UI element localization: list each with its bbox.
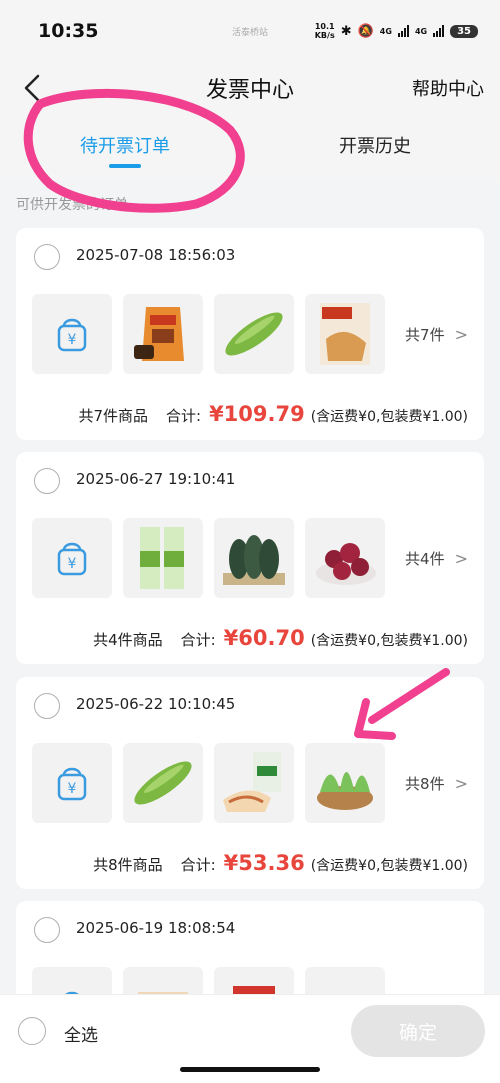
order-fees: (含运费¥0,包装费¥1.00) <box>310 858 468 874</box>
net-speed: 10.1 KB/s <box>315 22 335 40</box>
section-hint: 可供开发票的订单 <box>16 197 128 213</box>
order-fees: (含运费¥0,包装费¥1.00) <box>310 409 468 425</box>
gourd-image <box>214 294 294 374</box>
status-center-text: 活泰桥站 <box>232 27 269 38</box>
order-card[interactable]: 2025-07-08 18:56:03 ¥ 共7件 > 共7件商品 合计: ¥1… <box>16 228 484 440</box>
order-date: 2025-07-08 18:56:03 <box>76 246 236 264</box>
shopping-bag-icon: ¥ <box>32 743 112 823</box>
order-card[interactable]: 2025-06-22 10:10:45 ¥ 共8件 > 共8件商品 合计: ¥5… <box>16 677 484 889</box>
gourd-image <box>123 743 203 823</box>
net-speed-value: 10.1 <box>314 22 335 31</box>
svg-text:¥: ¥ <box>68 332 77 348</box>
order-checkbox[interactable] <box>34 693 60 719</box>
status-bar: 10:35 活泰桥站 10.1 KB/s ✱ 🔕 4G 4G 35 <box>0 0 500 62</box>
order-items-label: 共4件商品 <box>93 631 163 649</box>
order-items-label: 共8件商品 <box>93 856 163 874</box>
order-summary: 共7件商品 合计: ¥109.79 (含运费¥0,包装费¥1.00) <box>78 402 468 426</box>
tab-bar: 待开票订单 开票历史 <box>0 114 500 180</box>
order-item-count[interactable]: 共7件 > <box>405 324 468 345</box>
shopping-bag-icon: ¥ <box>32 518 112 598</box>
order-thumbnails: ¥ <box>32 518 385 598</box>
help-center-link[interactable]: 帮助中心 <box>412 75 484 101</box>
order-item-count[interactable]: 共8件 > <box>405 773 468 794</box>
net-speed-unit: KB/s <box>314 31 335 40</box>
order-summary: 共4件商品 合计: ¥60.70 (含运费¥0,包装费¥1.00) <box>93 626 468 650</box>
order-total-label: 合计: <box>180 856 216 874</box>
status-icons: 10.1 KB/s ✱ 🔕 4G 4G 35 <box>315 22 478 40</box>
greens-basket-image <box>305 743 385 823</box>
order-item-count[interactable]: 共4件 > <box>405 548 468 569</box>
order-card[interactable]: 2025-06-27 19:10:41 ¥ 共4件 > 共4件商品 合计: ¥6… <box>16 452 484 664</box>
mute-icon: 🔕 <box>357 23 374 39</box>
order-count-label: 共4件 <box>405 550 445 568</box>
order-summary: 共8件商品 合计: ¥53.36 (含运费¥0,包装费¥1.00) <box>93 851 468 875</box>
battery-icon: 35 <box>450 24 478 38</box>
order-date: 2025-06-27 19:10:41 <box>76 470 236 488</box>
chevron-right-icon: > <box>454 549 468 568</box>
order-date: 2025-06-19 18:08:54 <box>76 919 236 937</box>
svg-text:¥: ¥ <box>68 556 77 572</box>
select-all-checkbox[interactable] <box>18 1017 46 1045</box>
order-checkbox[interactable] <box>34 468 60 494</box>
snack-box-image <box>305 294 385 374</box>
order-amount: ¥109.79 <box>209 402 305 426</box>
order-amount: ¥53.36 <box>223 851 305 875</box>
snack-bag-image <box>123 294 203 374</box>
fish-pack-image <box>214 743 294 823</box>
signal-label-2: 4G <box>414 26 428 36</box>
status-time: 10:35 <box>38 20 99 42</box>
select-all-label[interactable]: 全选 <box>64 1021 98 1046</box>
order-date: 2025-06-22 10:10:45 <box>76 695 236 713</box>
order-checkbox[interactable] <box>34 244 60 270</box>
signal-label-1: 4G <box>379 26 392 36</box>
signal-icon <box>397 25 409 37</box>
kale-image <box>214 518 294 598</box>
order-count-label: 共7件 <box>405 326 445 344</box>
order-total-label: 合计: <box>166 407 202 425</box>
order-total-label: 合计: <box>180 631 216 649</box>
order-thumbnails: ¥ <box>32 743 385 823</box>
bottom-action-bar: 全选 确定 <box>0 994 500 1083</box>
signal-icon <box>433 25 445 37</box>
bluetooth-icon: ✱ <box>340 23 352 39</box>
tab-invoice-history[interactable]: 开票历史 <box>250 114 500 180</box>
drink-cartons-image <box>123 518 203 598</box>
svg-text:¥: ¥ <box>68 781 77 797</box>
order-items-label: 共7件商品 <box>78 407 148 425</box>
home-indicator[interactable] <box>180 1067 320 1072</box>
order-thumbnails: ¥ <box>32 294 385 374</box>
tab-pending-orders[interactable]: 待开票订单 <box>0 114 250 180</box>
chevron-right-icon: > <box>454 774 468 793</box>
chevron-right-icon: > <box>454 325 468 344</box>
nav-bar: 发票中心 帮助中心 <box>0 62 500 114</box>
order-checkbox[interactable] <box>34 917 60 943</box>
bayberry-image <box>305 518 385 598</box>
order-count-label: 共8件 <box>405 775 445 793</box>
shopping-bag-icon: ¥ <box>32 294 112 374</box>
order-fees: (含运费¥0,包装费¥1.00) <box>310 633 468 649</box>
confirm-button[interactable]: 确定 <box>351 1005 485 1057</box>
order-amount: ¥60.70 <box>223 626 305 650</box>
